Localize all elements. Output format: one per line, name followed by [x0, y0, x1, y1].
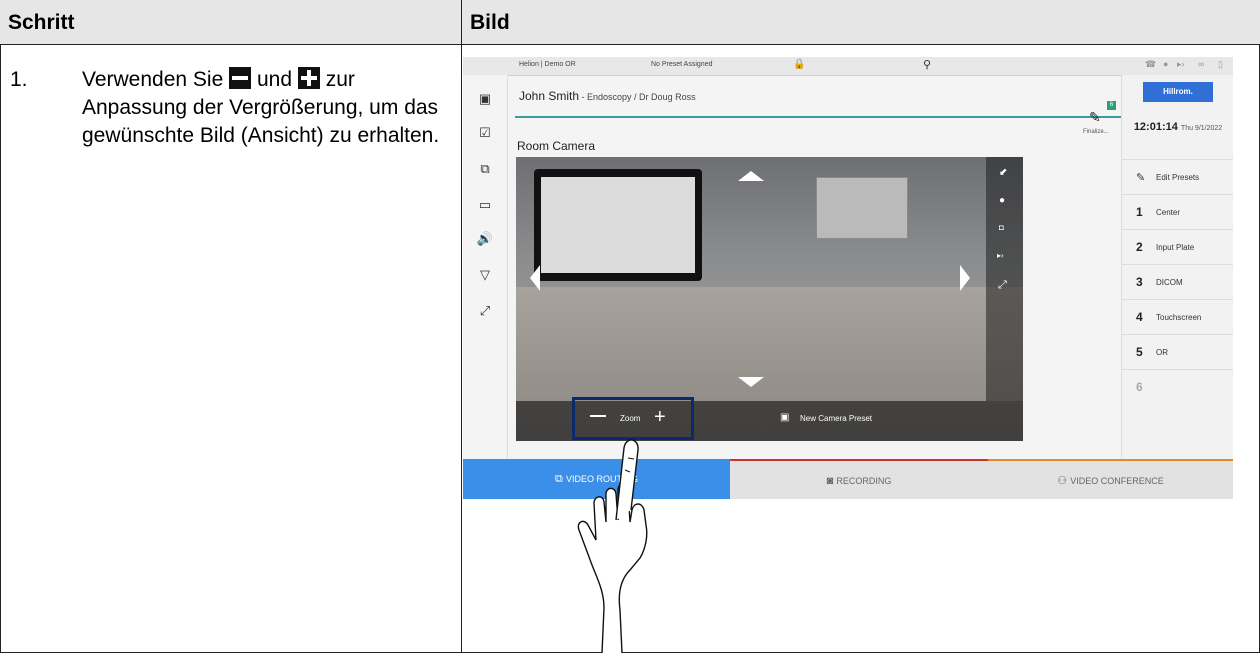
hand-pointer-illustration — [577, 439, 648, 653]
preset-label: DICOM — [1156, 278, 1183, 287]
phone-icon[interactable]: ☎ — [1145, 59, 1156, 70]
record-icon[interactable]: ● — [1163, 59, 1168, 69]
preset-label: Touchscreen — [1156, 313, 1202, 322]
header-underline — [515, 116, 1123, 118]
arrow-up-icon[interactable] — [738, 171, 764, 181]
preset-number: 1 — [1136, 205, 1143, 219]
preset-number: 2 — [1136, 240, 1143, 254]
finalize-label: Finalize... — [1083, 129, 1109, 135]
preset-number: 5 — [1136, 345, 1143, 359]
camera-video-feed[interactable]: ⬋ ● ◘ ▸› ⤢ Zoom + ▣ New Camera Preset — [516, 157, 1023, 441]
clock: 12:01:14 Thu 9/1/2022 — [1122, 121, 1233, 133]
brand-logo: Hillrom. — [1143, 82, 1213, 102]
clock-date: Thu 9/1/2022 — [1180, 125, 1223, 132]
person-icon[interactable]: ⚲ — [923, 58, 931, 71]
glasses-icon[interactable]: ∞ — [1198, 59, 1204, 69]
snapshot-icon[interactable]: ⬋ — [999, 167, 1007, 178]
patient-name: John Smith — [519, 89, 580, 103]
pencil-icon: ✎ — [1136, 172, 1146, 184]
preset-number: 3 — [1136, 275, 1143, 289]
edit-presets-label: Edit Presets — [1156, 173, 1200, 182]
volume-icon[interactable]: 🔊 — [476, 231, 494, 247]
display-icon[interactable]: ▭ — [476, 197, 494, 213]
header-step-cell: Schritt — [0, 0, 461, 45]
routing-icon[interactable]: ⧉ — [476, 161, 494, 177]
preset-number: 4 — [1136, 310, 1143, 324]
step-text: Verwenden Sie und zur Anpassung der Verg… — [82, 66, 454, 150]
fullscreen-icon[interactable]: ⤢ — [998, 279, 1007, 292]
tab-label: RECORDING — [836, 476, 892, 486]
preset-label: OR — [1156, 348, 1168, 357]
header-image: Bild — [470, 11, 510, 34]
video-side-toolbar: ⬋ ● ◘ ▸› ⤢ — [986, 157, 1023, 401]
step-number: 1. — [10, 68, 28, 91]
preset-item[interactable]: 2 Input Plate — [1122, 229, 1233, 264]
camera-title: Room Camera — [517, 139, 596, 153]
finalize-badge: 6 — [1107, 101, 1116, 110]
column-divider — [461, 0, 462, 653]
preset-item[interactable]: 1 Center — [1122, 194, 1233, 229]
preset-label: Input Plate — [1156, 243, 1195, 252]
record-dot-icon[interactable]: ● — [999, 195, 1005, 206]
light-icon[interactable]: ▽ — [476, 267, 494, 283]
preset-item[interactable]: 3 DICOM — [1122, 264, 1233, 299]
preset-label: Center — [1156, 208, 1181, 217]
recording-icon: ◙ — [826, 475, 837, 487]
preset-item[interactable]: 6 — [1122, 369, 1233, 404]
left-toolbar: ▣ ☑ ⧉ ▭ 🔊 ▽ ⤢ — [463, 75, 508, 459]
step-text-part2: und — [256, 68, 293, 91]
checklist-icon[interactable]: ☑ — [476, 125, 494, 141]
video-monitor — [534, 169, 702, 281]
battery-icon[interactable]: ▯ — [1218, 59, 1223, 70]
preset-item[interactable]: 4 Touchscreen — [1122, 299, 1233, 334]
tab-label: VIDEO CONFERENCE — [1070, 476, 1164, 486]
header-step: Schritt — [8, 11, 75, 34]
status-location: Helion | Demo OR — [519, 61, 576, 68]
stream-out-icon[interactable]: ▸› — [997, 251, 1004, 260]
tab-video-conference[interactable]: ⚇ VIDEO CONFERENCE — [988, 459, 1233, 499]
stream-icon[interactable]: ▸› — [1177, 59, 1185, 70]
finalize-user-icon: ✎ — [1089, 109, 1101, 125]
camera-icon[interactable]: ◘ — [999, 223, 1004, 232]
tab-recording[interactable]: ◙ RECORDING — [730, 459, 988, 499]
header-image-cell: Bild — [462, 0, 1260, 45]
status-preset: No Preset Assigned — [651, 61, 713, 68]
edit-presets-button[interactable]: ✎ Edit Presets — [1122, 159, 1233, 194]
status-bar: Helion | Demo OR No Preset Assigned 🔒 ⚲ … — [463, 57, 1233, 76]
lock-icon[interactable]: 🔒 — [793, 59, 805, 70]
patient-detail: - Endoscopy / Dr Doug Ross — [579, 92, 696, 102]
step-text-part1: Verwenden Sie — [82, 68, 224, 91]
clock-time: 12:01:14 — [1133, 121, 1178, 133]
presets-panel: Hillrom. 12:01:14 Thu 9/1/2022 ✎ Edit Pr… — [1121, 75, 1233, 459]
preset-number: 6 — [1136, 380, 1143, 394]
arrow-right-icon[interactable] — [960, 265, 970, 291]
minus-icon — [229, 67, 252, 89]
conference-icon: ⚇ — [1057, 475, 1071, 487]
finalize-button[interactable]: 6 ✎ Finalize... — [1075, 101, 1119, 141]
arrow-down-icon[interactable] — [738, 377, 764, 387]
video-equipment — [816, 177, 908, 239]
arrow-left-icon[interactable] — [530, 265, 540, 291]
preset-item[interactable]: 5 OR — [1122, 334, 1233, 369]
patient-header: John Smith - Endoscopy / Dr Doug Ross — [519, 89, 696, 103]
save-preset-icon: ▣ — [780, 412, 790, 423]
patient-card-icon[interactable]: ▣ — [476, 91, 494, 107]
new-preset-button[interactable]: New Camera Preset — [800, 414, 872, 423]
plus-icon — [297, 67, 320, 89]
camera-move-icon[interactable]: ⤢ — [476, 303, 494, 319]
